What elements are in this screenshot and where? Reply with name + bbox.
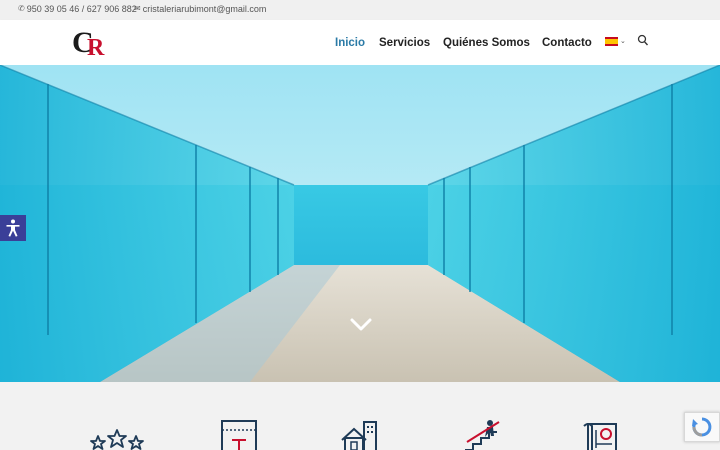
spain-flag-icon[interactable] [605,37,618,46]
chevron-down-icon[interactable] [349,317,373,333]
hero-banner [0,65,720,382]
email-contact[interactable]: ✉ cristaleriarubimont@gmail.com [134,4,266,14]
accessibility-button[interactable] [0,215,26,241]
house-building-icon [341,421,377,450]
nav-contacto[interactable]: Contacto [542,37,592,51]
logo[interactable]: C R [72,26,110,58]
email-text: cristaleriarubimont@gmail.com [142,4,267,14]
nav-quienes-somos[interactable]: Quiénes Somos [443,37,530,51]
phone-contact[interactable]: ✆ 950 39 05 46 / 627 906 882 [18,4,137,14]
chevron-down-icon[interactable]: ⌄ [620,37,626,45]
envelope-icon: ✉ [134,4,141,13]
hero-image [0,65,720,382]
blueprint-icon [583,423,617,450]
glass-panel-icon [221,420,257,450]
stairs-railing-icon [465,420,500,450]
recaptcha-badge[interactable] [684,412,720,442]
nav-inicio[interactable]: Inicio [335,37,365,51]
recaptcha-icon [692,417,712,437]
phone-text: 950 39 05 46 / 627 906 882 [26,4,137,14]
phone-icon: ✆ [18,4,25,13]
nav-servicios[interactable]: Servicios [379,37,430,51]
search-icon[interactable] [637,34,649,48]
top-bar: ✆ 950 39 05 46 / 627 906 882 ✉ cristaler… [0,0,720,20]
svg-text:R: R [87,35,105,58]
stars-icon [90,429,144,450]
accessibility-icon [6,219,20,237]
